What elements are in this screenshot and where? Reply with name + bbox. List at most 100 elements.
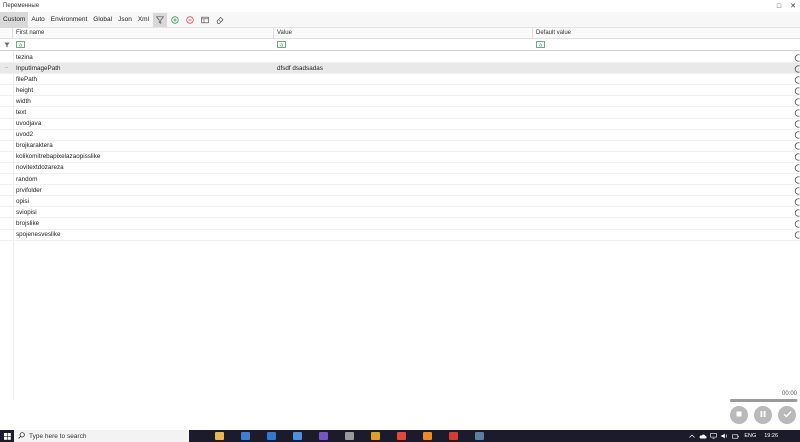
table-row[interactable]: uvodjava [0,119,800,130]
recorder-app-icon[interactable] [445,430,461,442]
filter-operator-icon[interactable]: a [536,41,545,48]
name-filter-cell[interactable]: a [13,39,274,51]
table-row[interactable]: – InputImagePath dfsdf dsadsadas [0,63,800,75]
table-row[interactable]: opisi [0,196,800,208]
mail-app-icon[interactable] [289,430,305,442]
filter-operator-icon[interactable]: a [277,41,286,48]
tab-xml[interactable]: Xml [135,12,152,28]
row-edit-icon[interactable] [793,231,800,240]
calculator-app-icon[interactable] [341,430,357,442]
variable-name[interactable]: kolikomitrebapixelazaopisslike [13,153,274,160]
store-app-icon[interactable] [315,430,331,442]
variable-name[interactable]: tezina [13,54,274,61]
edge-app-icon[interactable] [263,430,279,442]
explorer-app-icon[interactable] [211,430,227,442]
table-row[interactable]: tezina [0,52,800,64]
row-edit-icon[interactable] [793,86,800,95]
taskbar-search-box[interactable]: Type here to search [14,430,189,442]
row-edit-icon[interactable] [793,131,800,140]
variable-name[interactable]: uvod2 [13,131,274,138]
tab-auto[interactable]: Auto [28,12,47,28]
tab-json[interactable]: Json [115,12,135,28]
variable-name[interactable]: novitextdozareza [13,164,274,171]
variable-name[interactable]: random [13,176,274,183]
table-row[interactable]: brojslike [0,218,800,230]
table-row[interactable]: text [0,107,800,119]
table-row[interactable]: novitextdozareza [0,163,800,175]
column-header-name[interactable]: First name [13,28,274,39]
table-row[interactable]: width [0,96,800,108]
paint-app-icon[interactable] [237,430,253,442]
volume-icon[interactable] [720,430,729,442]
row-edit-icon[interactable] [793,175,800,184]
table-row[interactable]: kolikomitrebapixelazaopisslike [0,152,800,163]
table-row[interactable]: brojkaraktera [0,141,800,152]
row-edit-icon[interactable] [793,153,800,162]
variable-name[interactable]: uvodjava [13,120,274,127]
chevron-up-icon[interactable] [687,430,696,442]
svg-text:a: a [539,42,542,48]
remove-icon[interactable] [183,13,197,27]
row-edit-icon[interactable] [793,97,800,106]
variable-name[interactable]: height [13,87,274,94]
table-row[interactable]: random [0,174,800,186]
variable-name[interactable]: spojenesveslike [13,231,274,238]
row-edit-icon[interactable] [793,108,800,117]
keyboard-language[interactable]: ENG [744,433,756,439]
window-icon[interactable] [198,13,212,27]
table-row[interactable]: uvod2 [0,130,800,141]
filter-operator-icon[interactable]: a [16,41,25,48]
chrome-app-icon[interactable] [393,430,409,442]
table-row[interactable]: sviopisi [0,207,800,219]
variable-name[interactable]: prvifolder [13,187,274,194]
tab-custom[interactable]: Custom [0,11,29,28]
chrome-app-icon-glyph [396,432,406,440]
row-edit-icon[interactable] [793,186,800,195]
row-edit-icon[interactable] [793,219,800,228]
network-app-icon[interactable] [471,430,487,442]
playback-progress-bar[interactable] [730,399,798,402]
row-edit-icon[interactable] [793,164,800,173]
table-row[interactable]: prvifolder [0,185,800,197]
add-icon[interactable] [168,13,182,27]
variable-name[interactable]: sviopisi [13,209,274,216]
row-edit-icon[interactable] [793,75,800,84]
variable-name[interactable]: InputImagePath [13,65,274,72]
table-row[interactable]: height [0,85,800,97]
variable-name[interactable]: text [13,109,274,116]
variable-name[interactable]: brojkaraktera [13,142,274,149]
close-button[interactable]: ✕ [786,0,800,12]
network-icon[interactable] [709,430,718,442]
confirm-button[interactable] [778,406,796,424]
taskbar-clock[interactable]: 19:26 [764,433,778,439]
row-edit-icon[interactable] [793,197,800,206]
onedrive-icon[interactable] [698,430,707,442]
pause-button[interactable] [754,406,772,424]
variable-value[interactable]: dfsdf dsadsadas [274,65,533,72]
variable-name[interactable]: filePath [13,76,274,83]
row-edit-icon[interactable] [793,120,800,129]
eraser-icon[interactable] [213,13,227,27]
variable-name[interactable]: width [13,98,274,105]
row-edit-icon[interactable] [793,142,800,151]
files-app-icon[interactable] [367,430,383,442]
value-filter-cell[interactable]: a [274,39,533,51]
row-edit-icon[interactable] [793,53,800,62]
windows-start-icon[interactable] [0,430,14,442]
stop-button[interactable] [730,406,748,424]
row-edit-icon[interactable] [793,208,800,217]
filter-icon[interactable] [153,12,168,27]
tab-environment[interactable]: Environment [48,12,91,28]
tab-global[interactable]: Global [90,12,115,28]
table-row[interactable]: spojenesveslike [0,230,800,241]
maximize-button[interactable]: □ [772,0,786,12]
table-row[interactable]: filePath [0,74,800,86]
variable-name[interactable]: opisi [13,198,274,205]
default-filter-cell[interactable]: a [533,39,800,51]
battery-icon[interactable] [731,430,740,442]
row-edit-icon[interactable] [793,64,800,73]
column-header-default[interactable]: Default value [533,28,800,39]
column-header-value[interactable]: Value [274,28,533,39]
variable-name[interactable]: brojslike [13,220,274,227]
vlc-app-icon[interactable] [419,430,435,442]
